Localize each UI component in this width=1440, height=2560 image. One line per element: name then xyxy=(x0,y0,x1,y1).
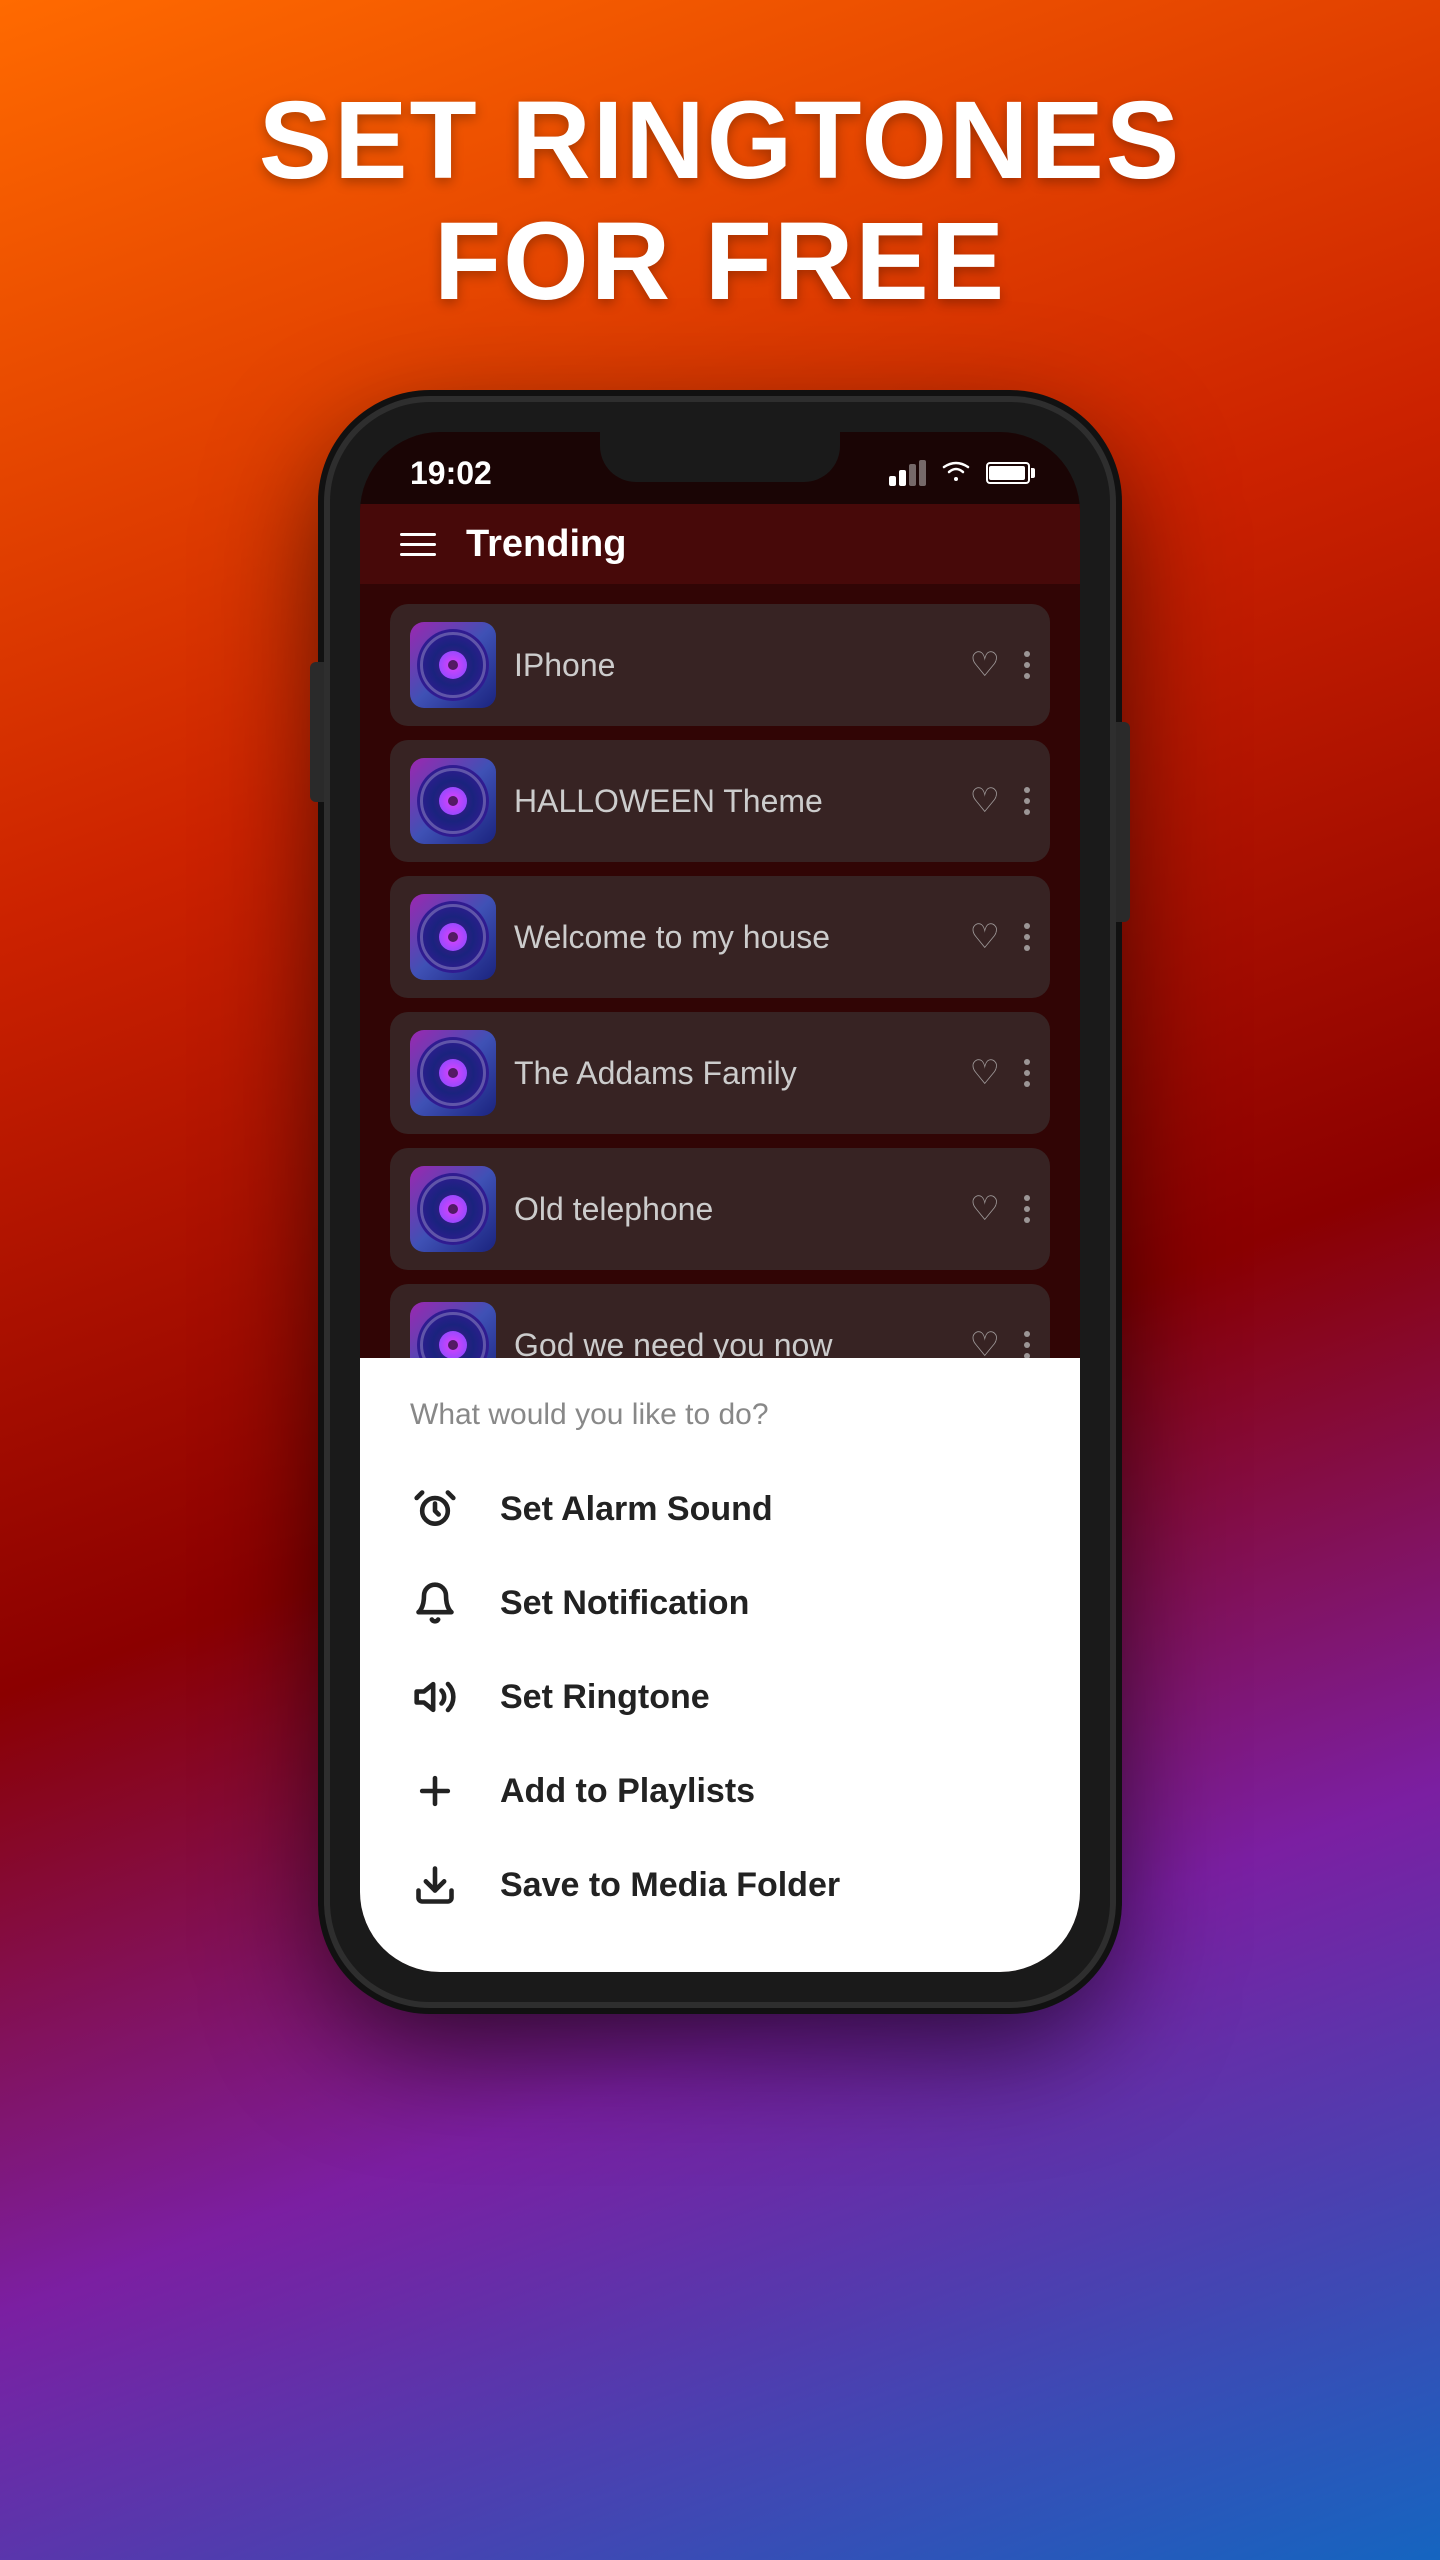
song-actions: ♡ xyxy=(970,781,1030,821)
song-thumbnail xyxy=(410,894,496,980)
song-name: The Addams Family xyxy=(514,1055,952,1092)
app-header: Trending xyxy=(360,504,1080,584)
action-label: Set Ringtone xyxy=(500,1678,710,1717)
song-thumbnail xyxy=(410,1302,496,1358)
notch xyxy=(600,432,840,482)
volume-icon xyxy=(410,1672,460,1722)
song-actions: ♡ xyxy=(970,1325,1030,1358)
favorite-icon[interactable]: ♡ xyxy=(970,1189,1000,1229)
more-options-icon[interactable] xyxy=(1024,1331,1030,1358)
song-thumbnail xyxy=(410,1030,496,1116)
phone-screen: 19:02 xyxy=(360,432,1080,1972)
song-actions: ♡ xyxy=(970,645,1030,685)
more-options-icon[interactable] xyxy=(1024,1195,1030,1223)
song-actions: ♡ xyxy=(970,1189,1030,1229)
song-list: IPhone ♡ HALLOWEEN Theme ♡ xyxy=(360,584,1080,1358)
favorite-icon[interactable]: ♡ xyxy=(970,781,1000,821)
status-icons xyxy=(889,457,1030,490)
headline-line2: FOR FREE xyxy=(434,200,1006,323)
song-name: God we need you now xyxy=(514,1327,952,1359)
bottom-sheet-prompt: What would you like to do? xyxy=(410,1398,1030,1432)
action-set-notification[interactable]: Set Notification xyxy=(410,1556,1030,1650)
wifi-icon xyxy=(940,457,972,490)
bell-icon xyxy=(410,1578,460,1628)
song-name: IPhone xyxy=(514,647,952,684)
battery-icon xyxy=(986,462,1030,484)
song-actions: ♡ xyxy=(970,917,1030,957)
more-options-icon[interactable] xyxy=(1024,923,1030,951)
song-name: Old telephone xyxy=(514,1191,952,1228)
action-label: Set Notification xyxy=(500,1584,749,1623)
headline: SET RINGTONES FOR FREE xyxy=(199,80,1241,322)
status-time: 19:02 xyxy=(410,455,492,492)
action-add-playlist[interactable]: Add to Playlists xyxy=(410,1744,1030,1838)
headline-line1: SET RINGTONES xyxy=(259,79,1181,202)
action-label: Add to Playlists xyxy=(500,1772,755,1811)
more-options-icon[interactable] xyxy=(1024,651,1030,679)
favorite-icon[interactable]: ♡ xyxy=(970,917,1000,957)
signal-icon xyxy=(889,460,926,486)
favorite-icon[interactable]: ♡ xyxy=(970,645,1000,685)
phone-shell: 19:02 xyxy=(330,402,1110,2002)
action-label: Set Alarm Sound xyxy=(500,1490,773,1529)
hamburger-menu-icon[interactable] xyxy=(400,533,436,556)
list-item[interactable]: IPhone ♡ xyxy=(390,604,1050,726)
list-item[interactable]: God we need you now ♡ xyxy=(390,1284,1050,1358)
bottom-sheet: What would you like to do? Set Alarm Sou… xyxy=(360,1358,1080,1972)
song-thumbnail xyxy=(410,622,496,708)
header-title: Trending xyxy=(466,523,626,566)
action-set-ringtone[interactable]: Set Ringtone xyxy=(410,1650,1030,1744)
action-label: Save to Media Folder xyxy=(500,1866,840,1905)
favorite-icon[interactable]: ♡ xyxy=(970,1325,1000,1358)
more-options-icon[interactable] xyxy=(1024,787,1030,815)
song-name: Welcome to my house xyxy=(514,919,952,956)
list-item[interactable]: HALLOWEEN Theme ♡ xyxy=(390,740,1050,862)
song-name: HALLOWEEN Theme xyxy=(514,783,952,820)
plus-icon xyxy=(410,1766,460,1816)
action-set-alarm[interactable]: Set Alarm Sound xyxy=(410,1462,1030,1556)
song-actions: ♡ xyxy=(970,1053,1030,1093)
song-thumbnail xyxy=(410,758,496,844)
more-options-icon[interactable] xyxy=(1024,1059,1030,1087)
list-item[interactable]: Welcome to my house ♡ xyxy=(390,876,1050,998)
list-item[interactable]: Old telephone ♡ xyxy=(390,1148,1050,1270)
alarm-icon xyxy=(410,1484,460,1534)
song-thumbnail xyxy=(410,1166,496,1252)
list-item[interactable]: The Addams Family ♡ xyxy=(390,1012,1050,1134)
action-save-media[interactable]: Save to Media Folder xyxy=(410,1838,1030,1932)
favorite-icon[interactable]: ♡ xyxy=(970,1053,1000,1093)
download-icon xyxy=(410,1860,460,1910)
